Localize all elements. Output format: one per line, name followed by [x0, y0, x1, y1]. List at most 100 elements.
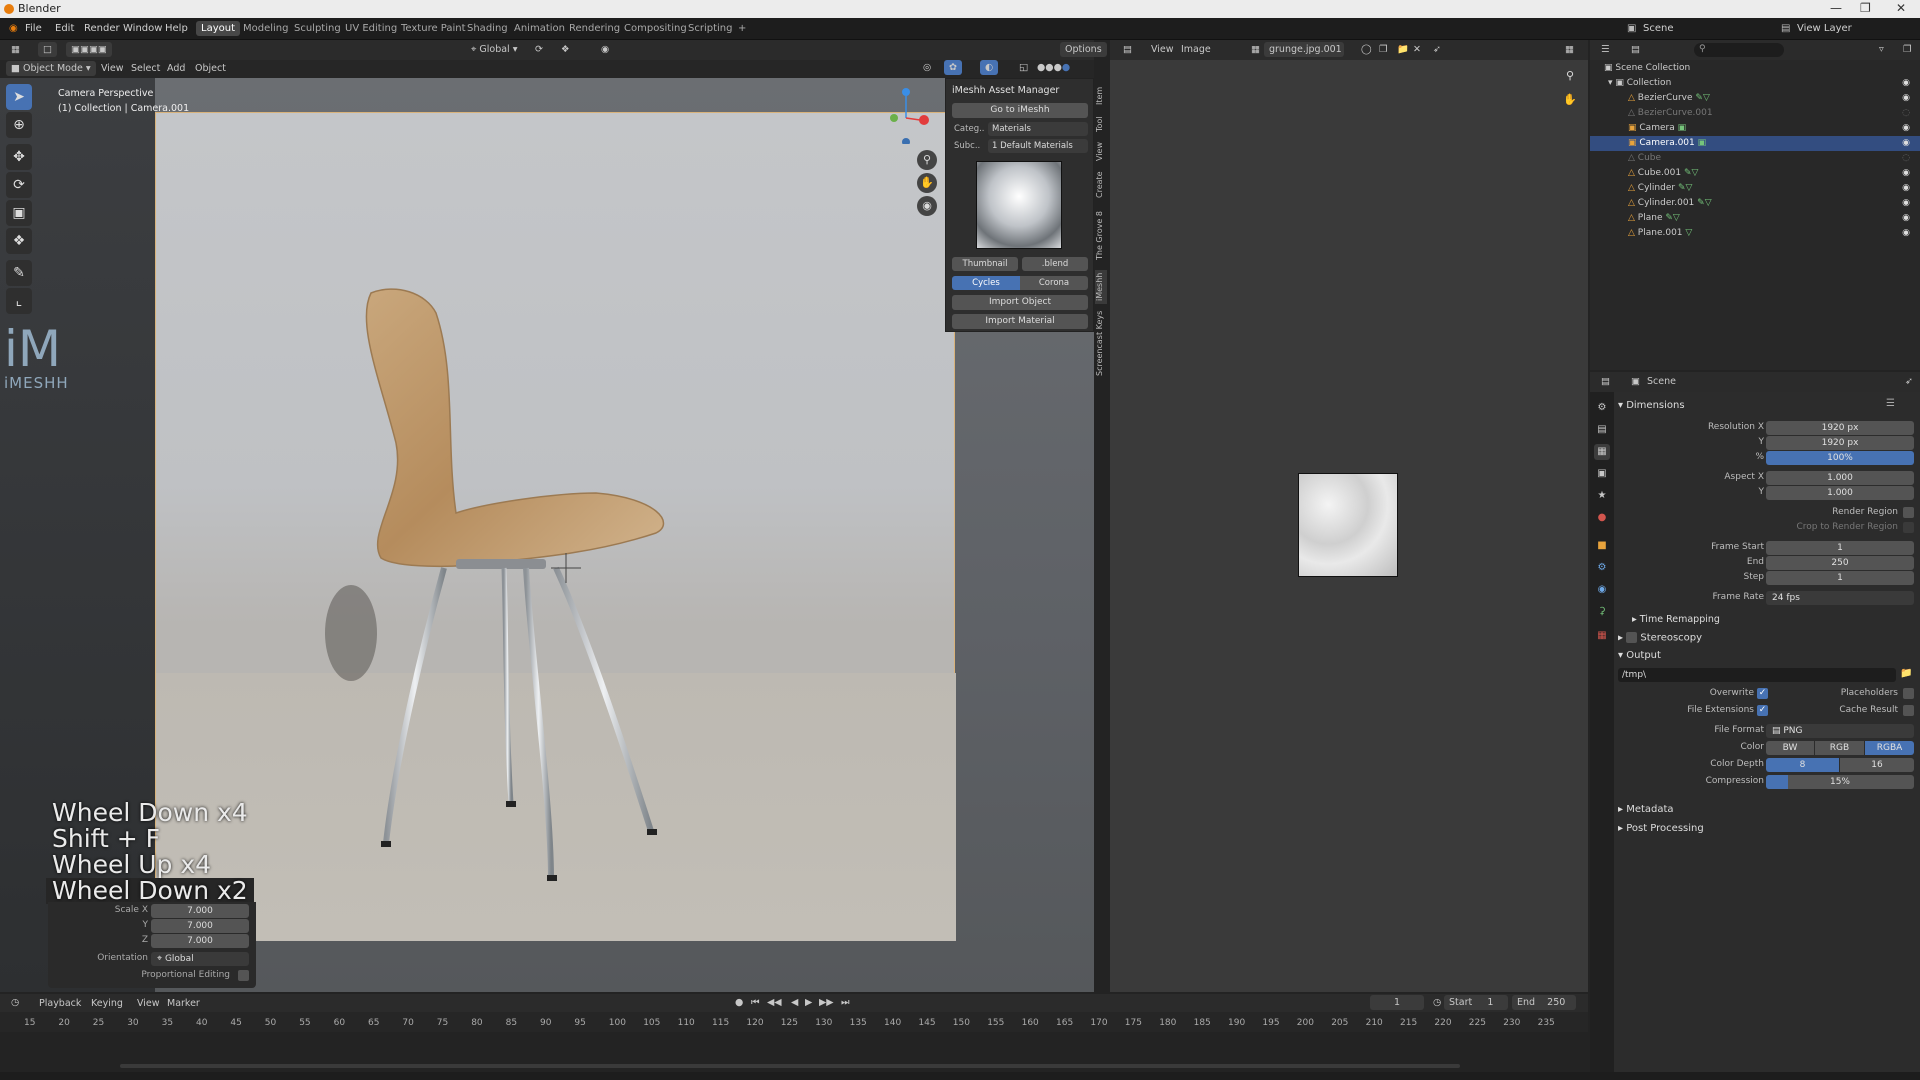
eye-icon[interactable]: ◉: [1902, 76, 1910, 91]
timeline-editor-type-icon[interactable]: ◷: [6, 995, 24, 1010]
workspace-tab-animation[interactable]: Animation: [509, 21, 570, 36]
output-props-icon[interactable]: ▦: [1594, 444, 1610, 460]
select-tool-icon[interactable]: ➤: [6, 84, 32, 110]
compression-slider[interactable]: 15%: [1766, 775, 1914, 789]
image-menu-view[interactable]: View: [1146, 42, 1179, 57]
workspace-tab-scripting[interactable]: Scripting: [683, 21, 737, 36]
thumbnail-button[interactable]: Thumbnail: [952, 257, 1018, 271]
image-editor[interactable]: ⚲ ✋: [1110, 60, 1588, 992]
move-tool-icon[interactable]: ✥: [6, 144, 32, 170]
output-path-input[interactable]: /tmp\: [1618, 668, 1896, 682]
modifier-props-icon[interactable]: ⚙: [1594, 560, 1610, 576]
transform-orientation-select[interactable]: ⌖ Global ▾: [466, 42, 522, 57]
image-browse-icon[interactable]: ▦: [1246, 42, 1265, 57]
options-dropdown[interactable]: Options: [1060, 42, 1107, 57]
collection-row[interactable]: ▾ ▣ Collection ◉: [1590, 76, 1920, 91]
scale-y-field[interactable]: 7.000: [151, 919, 249, 933]
object-mode-select[interactable]: ■ Object Mode ▾: [6, 61, 96, 76]
output-section[interactable]: ▾ Output: [1618, 650, 1661, 661]
outliner-item-camera[interactable]: ▣ Camera ▣ ◉: [1590, 121, 1920, 136]
eye-icon[interactable]: ◉: [1902, 211, 1910, 226]
go-to-imeshh-button[interactable]: Go to iMeshh: [952, 103, 1088, 118]
new-collection-icon[interactable]: ❐: [1898, 42, 1917, 57]
object-props-icon[interactable]: ■: [1594, 538, 1610, 554]
stereoscopy-checkbox[interactable]: [1626, 632, 1638, 643]
viewport-menu-view[interactable]: View: [96, 61, 129, 76]
tab-the-grove[interactable]: The Grove 8: [1095, 206, 1107, 266]
post-processing-section[interactable]: ▸ Post Processing: [1618, 823, 1704, 834]
workspace-tab-compositing[interactable]: Compositing: [619, 21, 692, 36]
import-object-button[interactable]: Import Object: [952, 295, 1088, 310]
color-rgba-toggle[interactable]: RGBA: [1865, 741, 1914, 755]
frame-step-field[interactable]: 1: [1766, 571, 1914, 585]
image-unlink-icon[interactable]: ✕: [1408, 42, 1426, 57]
menu-edit[interactable]: Edit: [52, 22, 77, 35]
workspace-tab-texture-paint[interactable]: Texture Paint: [396, 21, 471, 36]
scene-props-icon[interactable]: ★: [1594, 488, 1610, 504]
tab-view[interactable]: View: [1095, 140, 1107, 164]
image-editor-type-icon[interactable]: ▤: [1118, 42, 1137, 57]
maximize-icon[interactable]: ❐: [1860, 1, 1871, 15]
subcategory-select[interactable]: 1 Default Materials: [988, 139, 1088, 153]
outliner-item-beziercurve[interactable]: △ BezierCurve ✎▽ ◉: [1590, 91, 1920, 106]
aspect-x-field[interactable]: 1.000: [1766, 471, 1914, 485]
timeline-scrollbar[interactable]: [120, 1064, 1460, 1068]
eye-icon[interactable]: ◉: [1902, 226, 1910, 241]
color-depth-16-toggle[interactable]: 16: [1840, 758, 1914, 772]
engine-cycles-toggle[interactable]: Cycles: [952, 276, 1020, 290]
image-menu-image[interactable]: Image: [1176, 42, 1216, 57]
world-props-icon[interactable]: ●: [1594, 510, 1610, 526]
selection-modes-icon[interactable]: ▣▣▣▣: [66, 42, 112, 57]
scale-x-field[interactable]: 7.000: [151, 904, 249, 918]
eye-icon[interactable]: ◉: [1902, 136, 1910, 151]
select-box-icon[interactable]: □: [38, 42, 57, 57]
outliner-item-cube[interactable]: △ Cube ◌: [1590, 151, 1920, 166]
proportional-edit-icon[interactable]: ◉: [596, 42, 614, 57]
timeline-menu-marker[interactable]: Marker: [162, 996, 205, 1011]
physics-props-icon[interactable]: ◉: [1594, 582, 1610, 598]
tab-screencast-keys[interactable]: Screencast Keys: [1095, 308, 1107, 378]
visibility-icon[interactable]: ◎: [918, 60, 936, 75]
outliner-item-camera-001[interactable]: ▣ Camera.001 ▣ ◉: [1590, 136, 1920, 151]
image-new-icon[interactable]: ❐: [1374, 42, 1393, 57]
timeline-menu-playback[interactable]: Playback: [34, 996, 86, 1011]
frame-rate-select[interactable]: 24 fps: [1766, 591, 1914, 605]
blend-button[interactable]: .blend: [1022, 257, 1088, 271]
jump-end-icon[interactable]: ⏭: [836, 995, 855, 1010]
cursor-tool-icon[interactable]: ⊕: [6, 112, 32, 138]
workspace-tab-shading[interactable]: Shading: [462, 21, 513, 36]
current-frame-field[interactable]: 1: [1370, 995, 1424, 1010]
material-preview-thumbnail[interactable]: [976, 161, 1062, 249]
color-rgb-toggle[interactable]: RGB: [1815, 741, 1864, 755]
color-depth-8-toggle[interactable]: 8: [1766, 758, 1839, 772]
editor-type-icon[interactable]: ▦: [6, 42, 25, 57]
prev-keyframe-icon[interactable]: ◀◀: [762, 995, 787, 1010]
folder-icon[interactable]: 📁: [1900, 668, 1912, 679]
orientation-select[interactable]: ⌖ Global: [151, 952, 249, 966]
metadata-section[interactable]: ▸ Metadata: [1618, 804, 1674, 815]
scale-z-field[interactable]: 7.000: [151, 934, 249, 948]
presets-icon[interactable]: ☰: [1886, 398, 1895, 409]
transform-tool-icon[interactable]: ❖: [6, 228, 32, 254]
shading-modes-icon[interactable]: ●●●●: [1032, 60, 1075, 75]
menu-window[interactable]: Window: [120, 22, 165, 35]
workspace-tab-modeling[interactable]: Modeling: [238, 21, 294, 36]
time-remapping-section[interactable]: ▸ Time Remapping: [1632, 614, 1720, 625]
outliner-item-beziercurve-001[interactable]: △ BezierCurve.001 ◌: [1590, 106, 1920, 121]
rotate-tool-icon[interactable]: ⟳: [6, 172, 32, 198]
resolution-percent-slider[interactable]: 100%: [1766, 451, 1914, 465]
outliner-display-mode-icon[interactable]: ▤: [1626, 42, 1645, 57]
workspace-tab-sculpting[interactable]: Sculpting: [289, 21, 346, 36]
scene-selector[interactable]: Scene: [1640, 22, 1677, 35]
placeholders-checkbox[interactable]: [1903, 688, 1914, 699]
dimensions-section[interactable]: ▾ Dimensions: [1618, 400, 1685, 411]
workspace-tab-uv-editing[interactable]: UV Editing: [340, 21, 402, 36]
outliner-item-plane[interactable]: △ Plane ✎▽ ◉: [1590, 211, 1920, 226]
image-pin-icon[interactable]: ➶: [1428, 42, 1446, 57]
tab-create[interactable]: Create: [1095, 168, 1107, 202]
outliner-item-cylinder-001[interactable]: △ Cylinder.001 ✎▽ ◉: [1590, 196, 1920, 211]
outliner-search-input[interactable]: ⚲: [1694, 43, 1784, 57]
tab-item[interactable]: Item: [1095, 84, 1107, 108]
viewport-menu-add[interactable]: Add: [162, 61, 190, 76]
filter-icon[interactable]: ▿: [1874, 42, 1889, 57]
